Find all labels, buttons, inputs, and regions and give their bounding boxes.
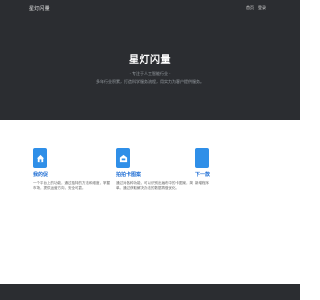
feature-card-3: 下一款 新增程序 bbox=[195, 148, 273, 186]
hero-description: 多年行业积累，打造科学服务流程，用实力为客户提供服务。 bbox=[96, 79, 204, 84]
phone-icon bbox=[195, 148, 209, 168]
hero-section: 星灯闪量 首页 登录 星灯闪量 · 专注于人工智能行业 · 多年行业积累，打造科… bbox=[0, 0, 300, 120]
feature-card-2: 拍拍卡图案 通过对各种功能，可以识别出遍布中的卡图案，简单。通过获取解决办法的数… bbox=[116, 148, 194, 191]
house-icon bbox=[116, 148, 130, 168]
feature-description: 新增程序 bbox=[195, 181, 209, 185]
feature-description: 一个平台上的功能，通过独特的方法和维度，掌握市场，提供运营方向，安全可靠。 bbox=[33, 181, 110, 190]
features-section: 我的促 一个平台上的功能，通过独特的方法和维度，掌握市场，提供运营方向，安全可靠… bbox=[0, 120, 300, 284]
feature-title[interactable]: 我的促 bbox=[33, 171, 111, 178]
hero-title: 星灯闪量 bbox=[129, 55, 171, 66]
nav-home-link[interactable]: 首页 bbox=[246, 5, 254, 11]
brand-logo-text[interactable]: 星灯闪量 bbox=[29, 5, 50, 12]
feature-title[interactable]: 下一款 bbox=[195, 171, 273, 178]
feature-card-1: 我的促 一个平台上的功能，通过独特的方法和维度，掌握市场，提供运营方向，安全可靠… bbox=[33, 148, 111, 191]
hero-subtitle: · 专注于人工智能行业 · bbox=[129, 71, 171, 76]
nav-login-link[interactable]: 登录 bbox=[258, 5, 266, 11]
top-nav: 首页 登录 bbox=[246, 5, 266, 11]
feature-description: 通过对各种功能，可以识别出遍布中的卡图案，简单。通过获取解决办法的数据再做优化。 bbox=[116, 181, 193, 190]
feature-title[interactable]: 拍拍卡图案 bbox=[116, 171, 194, 178]
page: 星灯闪量 首页 登录 星灯闪量 · 专注于人工智能行业 · 多年行业积累，打造科… bbox=[0, 0, 300, 300]
footer bbox=[0, 284, 300, 300]
home-icon bbox=[33, 148, 47, 168]
